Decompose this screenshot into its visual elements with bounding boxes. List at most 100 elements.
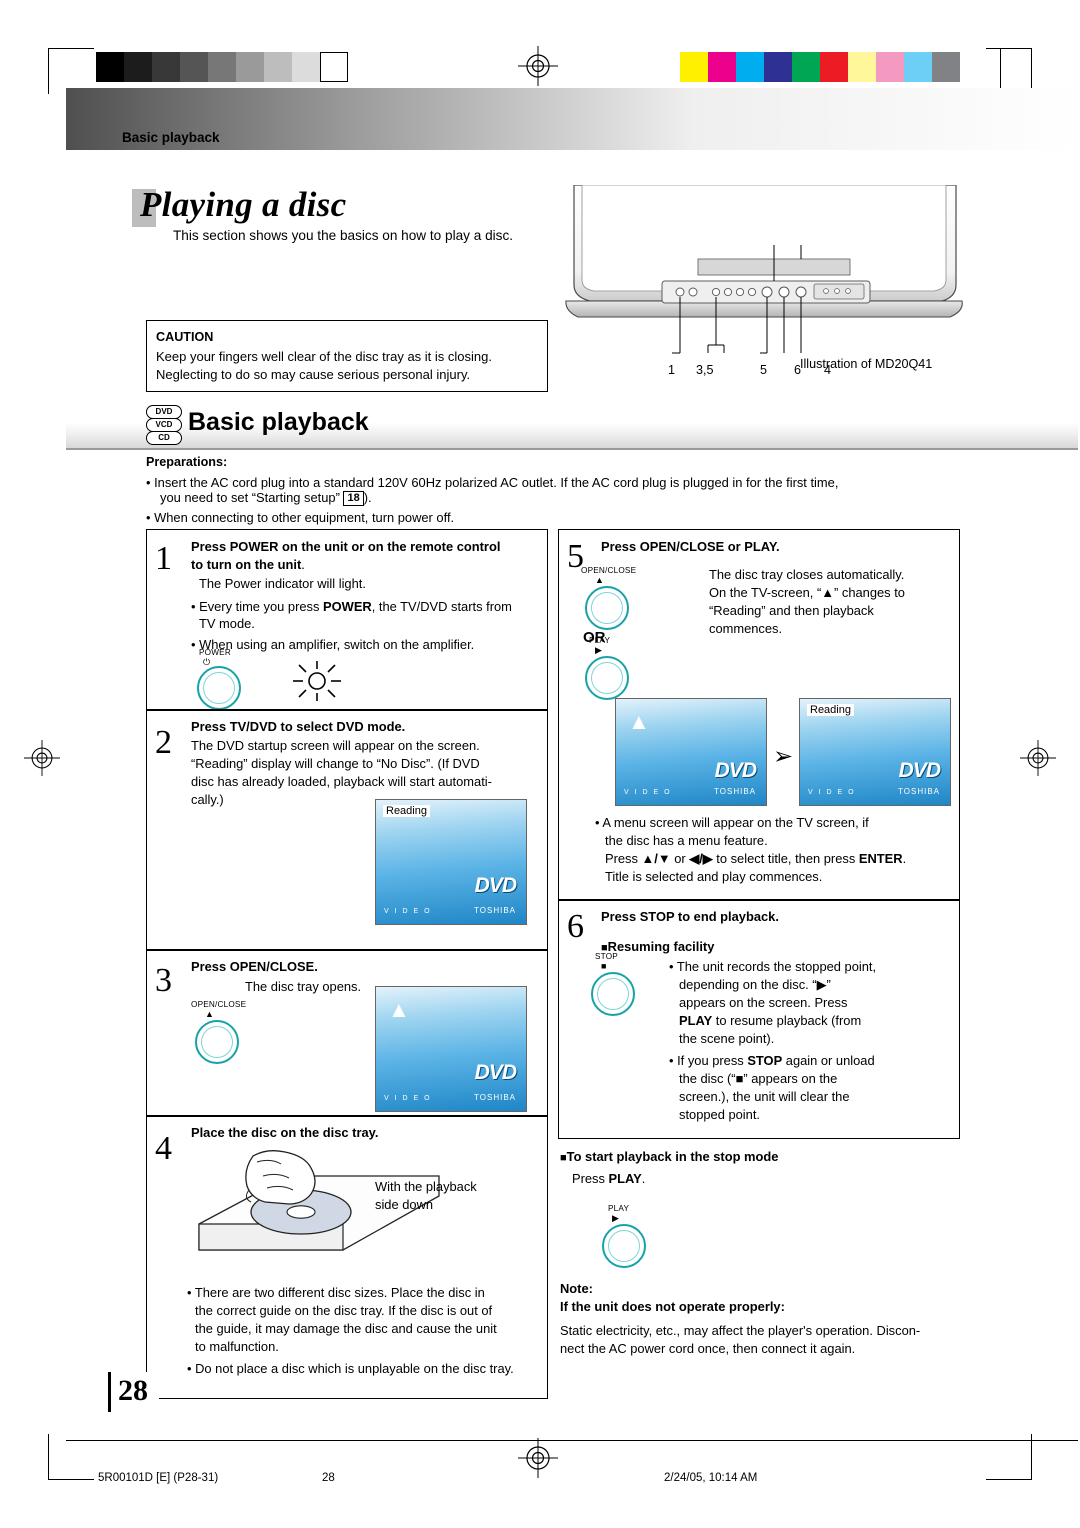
step-5-screen-right: Reading DVD TOSHIBA V I D E O <box>799 698 951 806</box>
step-6-b1-l2: depending on the disc. “▶” <box>679 976 831 994</box>
preparations-item-1: • Insert the AC cord plug into a standar… <box>146 475 1036 506</box>
step-5-screen-left-maker: TOSHIBA <box>714 787 756 796</box>
crop-mark-bl-v <box>48 1434 49 1480</box>
smbc: . <box>641 1171 646 1186</box>
caution-heading: CAUTION <box>156 330 214 344</box>
step-1-body: The Power indicator will light. <box>199 576 366 591</box>
play-icon-stop-mode: ▶ <box>612 1213 619 1223</box>
step-6-b1-l3: appears on the screen. Press <box>679 995 848 1010</box>
step-1-title-line1: Press POWER on the unit or on the remote… <box>191 539 501 554</box>
step-5-line-3: “Reading” and then playback <box>709 603 874 618</box>
power-button[interactable] <box>197 666 241 710</box>
step-3-body: The disc tray opens. <box>245 979 362 994</box>
note-label: Note: <box>560 1281 593 1296</box>
page-subtitle: This section shows you the basics on how… <box>173 228 514 243</box>
step-6-b2-l3: screen.), the unit will clear the <box>679 1089 850 1104</box>
step-2-line-1: The DVD startup screen will appear on th… <box>191 738 480 753</box>
s6b2b: again or unload <box>782 1053 875 1068</box>
stop-button[interactable] <box>591 972 635 1016</box>
power-button-label: POWER <box>199 648 231 657</box>
b1c: , the TV/DVD starts from <box>371 599 512 614</box>
page-reference-badge: 18 <box>343 491 364 506</box>
step-6-box: 6 Press STOP to end playback. ■Resuming … <box>558 899 960 1139</box>
step-5-screen-right-maker: TOSHIBA <box>898 787 940 796</box>
s5l2a: On the TV-screen, “ <box>709 585 822 600</box>
open-close-button-5[interactable] <box>585 586 629 630</box>
play-button-stop-mode[interactable] <box>602 1224 646 1268</box>
step-4-note-1-l4: to malfunction. <box>195 1339 279 1354</box>
step-2-number: 2 <box>155 724 172 761</box>
step-5-screen-right-label: Reading <box>807 704 854 716</box>
step-2-screen: Reading DVD TOSHIBA V I D E O <box>375 799 527 925</box>
registration-mark-right <box>1020 740 1056 776</box>
step-5-screen-right-video-text: V I D E O <box>808 789 856 796</box>
s6b2l2b: ” appears on the <box>743 1071 838 1086</box>
s6b1a: depending on the disc. “ <box>679 977 817 992</box>
step-1-bullet-1: • Every time you press POWER, the TV/DVD… <box>191 598 543 616</box>
step-2-screen-label: Reading <box>383 805 430 817</box>
tv-callout-35: 3,5 <box>696 363 714 377</box>
step-6-b1-l5: the scene point). <box>679 1031 775 1046</box>
play-bold-label: PLAY <box>679 1013 713 1028</box>
step-5-title: Press OPEN/CLOSE or PLAY. <box>601 539 780 554</box>
play-button-5[interactable] <box>585 656 629 700</box>
tv-illustration-label: Illustration of MD20Q41 <box>800 357 933 371</box>
prep1-line-a: • Insert the AC cord plug into a standar… <box>146 475 839 490</box>
s5b3b: or <box>670 851 690 866</box>
step-2-screen-maker: TOSHIBA <box>474 906 516 915</box>
step-4-caption-1: With the playback <box>375 1179 477 1194</box>
step-6-sub-text: Resuming facility <box>607 939 715 954</box>
step-1-title-line2-end: . <box>301 557 305 572</box>
step-3-title: Press OPEN/CLOSE. <box>191 959 318 974</box>
step-6-b2-l1: • If you press STOP again or unload <box>669 1052 875 1070</box>
step-6-subheading: ■Resuming facility <box>601 938 714 958</box>
power-icon: ⏻ <box>203 657 211 667</box>
square-bullet-icon-2: ■ <box>560 1152 567 1164</box>
step-4-box: 4 Place the disc on the disc tray. With … <box>146 1115 548 1399</box>
step-3-screen-video-text: V I D E O <box>384 1095 432 1102</box>
s5b3c: to select title, then press <box>712 851 859 866</box>
power-indicator-icon <box>293 661 341 701</box>
step-5-line-1: The disc tray closes automatically. <box>709 567 905 582</box>
step-5-line-4: commences. <box>709 621 783 636</box>
step-2-box: 2 Press TV/DVD to select DVD mode. The D… <box>146 709 548 951</box>
footer-right: 2/24/05, 10:14 AM <box>664 1472 758 1484</box>
tv-callout-1: 1 <box>668 363 676 377</box>
step-4-caption-2: side down <box>375 1197 434 1212</box>
prep1-line-b: you need to set “Starting setup” <box>160 490 340 505</box>
caution-line-1: Keep your fingers well clear of the disc… <box>156 349 492 364</box>
step-2-line-4: cally.) <box>191 792 224 807</box>
step-5-line-2: On the TV-screen, “▲” changes to <box>709 584 905 602</box>
step-5-box: 5 Press OPEN/CLOSE or PLAY. OPEN/CLOSE ▲… <box>558 529 960 901</box>
eject-glyph: ▲ <box>821 585 835 600</box>
step-4-note-1-l3: the guide, it may damage the disc and ca… <box>195 1321 497 1336</box>
s6b1b: ” <box>826 977 831 992</box>
footer-left: 5R00101D [E] (P28-31) <box>98 1472 219 1484</box>
step-5-screen-right-dvd-logo: DVD <box>898 759 941 782</box>
step-5-screen-left-dvd-logo: DVD <box>714 759 757 782</box>
open-close-button-label-3: OPEN/CLOSE <box>191 1000 247 1009</box>
s5b3a: Press <box>605 851 642 866</box>
basic-playback-heading-rule <box>66 448 1078 450</box>
smba: Press <box>572 1171 609 1186</box>
step-5-bullet-l1: • A menu screen will appear on the TV sc… <box>595 815 869 830</box>
s6b2l2a: the disc (“ <box>679 1071 736 1086</box>
b1a: • Every time you press <box>191 599 324 614</box>
stop-mode-heading-text: To start playback in the stop mode <box>566 1149 779 1164</box>
tv-callout-5: 5 <box>760 363 768 377</box>
caution-line-2: Neglecting to do so may cause serious pe… <box>156 367 471 382</box>
step-6-b1-l1: • The unit records the stopped point, <box>669 959 877 974</box>
tv-illustration: 1 3,5 5 6 4 Illustration of MD20Q41 <box>556 184 1036 377</box>
step-6-b1-l4: PLAY to resume playback (from <box>679 1012 861 1030</box>
step-3-screen-eject-icon: ▲ <box>388 997 410 1022</box>
preparations-label: Preparations: <box>146 455 228 469</box>
step-2-line-3: disc has already loaded, playback will s… <box>191 774 492 789</box>
s5b3d: . <box>902 851 907 866</box>
open-close-button-3[interactable] <box>195 1020 239 1064</box>
page-title: Playing a disc <box>140 185 347 224</box>
grayscale-calibration-bar <box>96 52 348 82</box>
s6b1l4b: to resume playback (from <box>712 1013 862 1028</box>
enter-key-label: ENTER <box>858 851 903 866</box>
s6b2a: • If you press <box>669 1053 748 1068</box>
badge-dvd: DVD <box>146 405 182 419</box>
